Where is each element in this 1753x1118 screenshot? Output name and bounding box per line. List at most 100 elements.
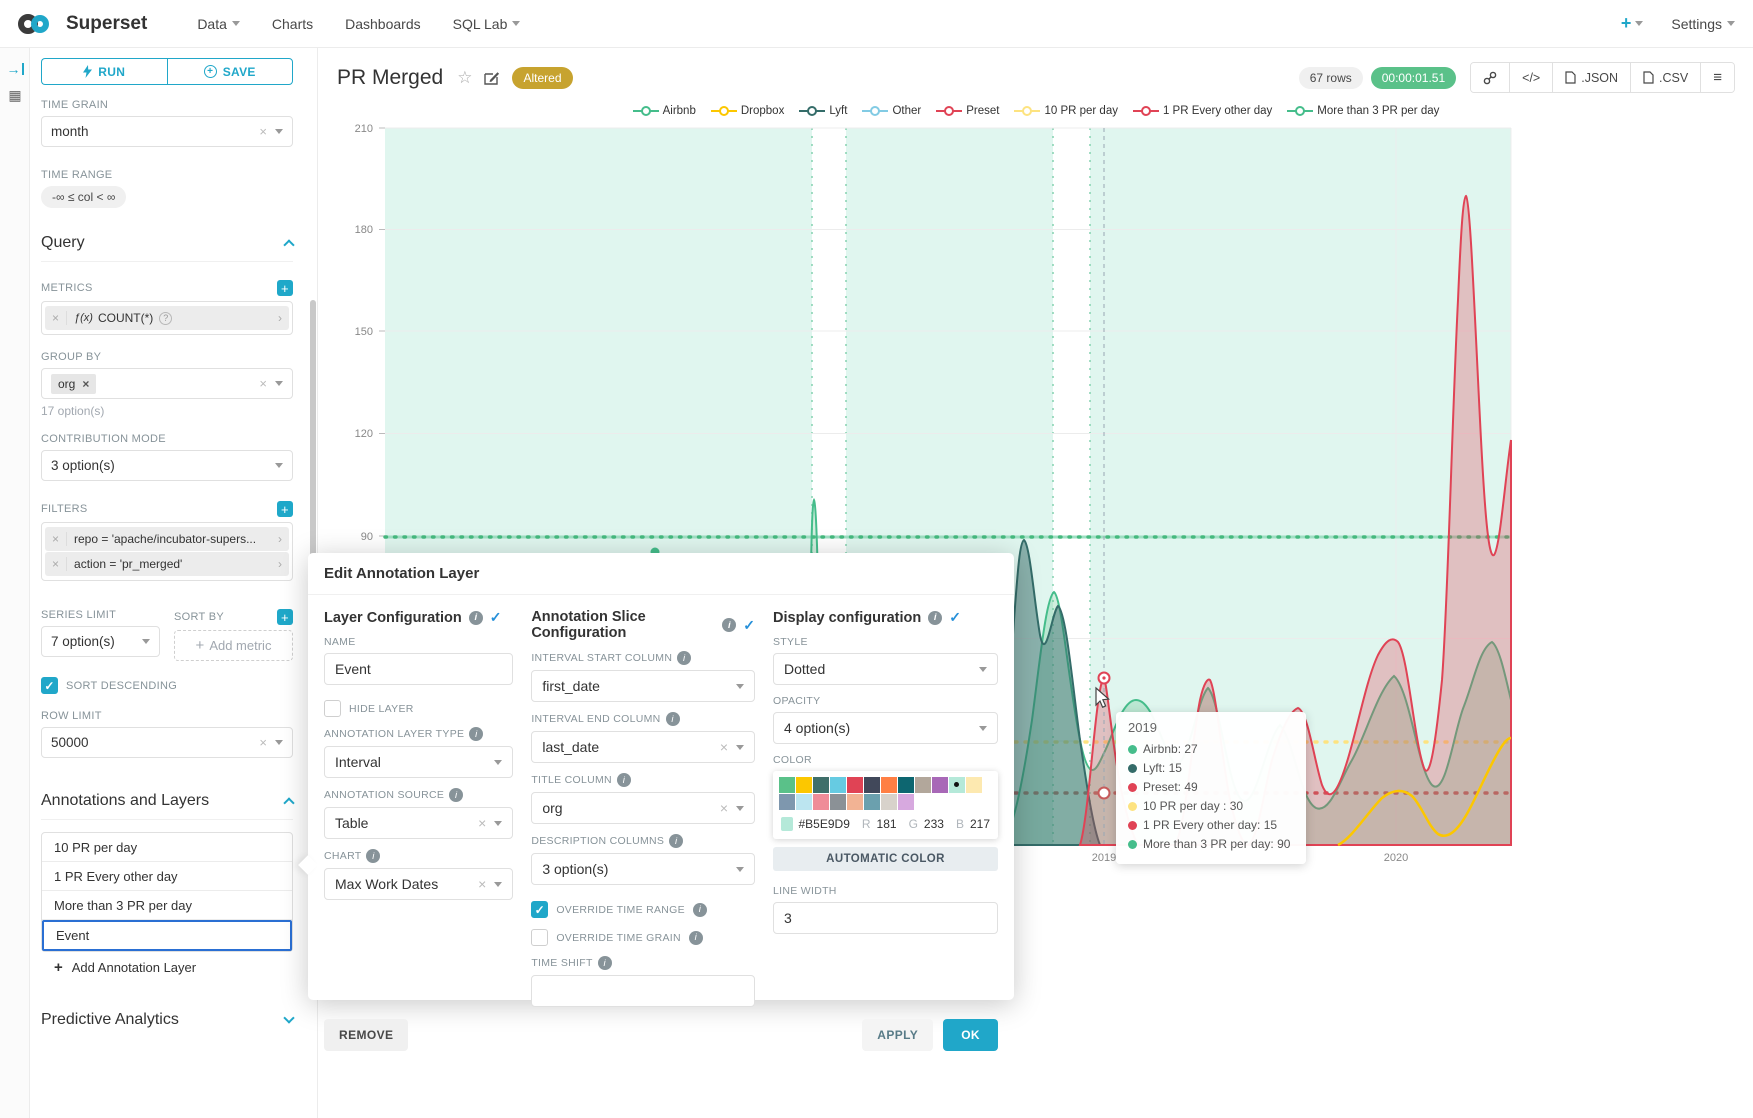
series-limit-select[interactable]: 7 option(s) xyxy=(41,626,160,657)
color-swatch[interactable] xyxy=(830,794,846,810)
rgb-b-value[interactable]: 217 xyxy=(970,817,990,831)
remove-icon[interactable]: × xyxy=(52,557,67,571)
annotation-source-select[interactable]: Table × xyxy=(324,807,513,839)
style-select[interactable]: Dotted xyxy=(773,653,998,685)
settings-menu[interactable]: Settings xyxy=(1671,16,1735,32)
clear-icon[interactable]: × xyxy=(478,876,486,892)
predictive-section-header[interactable]: Predictive Analytics xyxy=(41,1011,293,1038)
group-by-tag[interactable]: org× xyxy=(51,374,96,394)
chart-select[interactable]: Max Work Dates × xyxy=(324,868,513,900)
remove-icon[interactable]: × xyxy=(52,311,67,325)
clear-icon[interactable]: × xyxy=(720,739,728,755)
color-swatch[interactable] xyxy=(813,777,829,793)
contribution-mode-select[interactable]: 3 option(s) xyxy=(41,450,293,481)
add-sort-metric-button[interactable]: + xyxy=(277,609,293,625)
annotation-layer-item[interactable]: 10 PR per day xyxy=(42,833,292,862)
chevron-right-icon[interactable]: › xyxy=(278,532,282,546)
collapse-panel-icon[interactable]: → xyxy=(0,56,30,82)
add-filter-button[interactable]: + xyxy=(277,501,293,517)
time-grain-select[interactable]: month × xyxy=(41,116,293,147)
clear-icon[interactable]: × xyxy=(478,815,486,831)
save-button[interactable]: + SAVE xyxy=(167,58,294,85)
hide-layer-checkbox[interactable] xyxy=(324,700,341,717)
info-icon[interactable]: i xyxy=(366,849,380,863)
info-icon[interactable]: i xyxy=(469,727,483,741)
time-shift-input[interactable] xyxy=(531,975,755,1007)
chevron-right-icon[interactable]: › xyxy=(278,311,282,325)
color-swatch[interactable] xyxy=(796,794,812,810)
info-icon[interactable]: i xyxy=(666,712,680,726)
metric-pill[interactable]: × ƒ(x) COUNT(*) ? › xyxy=(45,306,289,330)
filter-pill[interactable]: × action = 'pr_merged' › xyxy=(45,552,289,576)
clear-icon[interactable]: × xyxy=(259,735,267,750)
legend-item[interactable]: Dropbox xyxy=(711,105,784,117)
color-swatch[interactable] xyxy=(898,794,914,810)
clear-icon[interactable]: × xyxy=(720,800,728,816)
info-icon[interactable]: i xyxy=(449,788,463,802)
automatic-color-button[interactable]: AUTOMATIC COLOR xyxy=(773,847,998,871)
run-button[interactable]: RUN xyxy=(41,58,167,85)
color-swatch[interactable] xyxy=(966,777,982,793)
override-time-range-checkbox[interactable]: ✓ xyxy=(531,901,548,918)
datasource-grid-icon[interactable]: ▦ xyxy=(0,82,30,108)
time-range-pill[interactable]: -∞ ≤ col < ∞ xyxy=(41,186,126,208)
info-icon[interactable]: i xyxy=(677,651,691,665)
remove-icon[interactable]: × xyxy=(52,532,67,546)
remove-button[interactable]: REMOVE xyxy=(324,1019,408,1051)
rgb-g-value[interactable]: 233 xyxy=(924,817,944,831)
legend-item[interactable]: 10 PR per day xyxy=(1014,105,1118,117)
color-swatch[interactable] xyxy=(898,777,914,793)
remove-tag-icon[interactable]: × xyxy=(82,377,89,391)
clear-icon[interactable]: × xyxy=(259,124,267,139)
color-swatch[interactable] xyxy=(915,777,931,793)
color-swatch[interactable] xyxy=(864,777,880,793)
opacity-select[interactable]: 4 option(s) xyxy=(773,712,998,744)
ok-button[interactable]: OK xyxy=(943,1019,998,1051)
add-metric-button[interactable]: + xyxy=(277,280,293,296)
color-swatch[interactable] xyxy=(847,777,863,793)
rgb-r-value[interactable]: 181 xyxy=(877,817,897,831)
color-swatch[interactable] xyxy=(847,794,863,810)
info-icon[interactable]: i xyxy=(469,611,483,625)
legend-item[interactable]: Other xyxy=(862,105,921,117)
nav-item-dashboards[interactable]: Dashboards xyxy=(345,16,421,32)
color-swatch[interactable] xyxy=(881,777,897,793)
add-annotation-layer-button[interactable]: + Add Annotation Layer xyxy=(41,952,293,983)
superset-logo[interactable]: Superset xyxy=(18,13,147,35)
interval-start-select[interactable]: first_date xyxy=(531,670,755,702)
color-swatch[interactable] xyxy=(881,794,897,810)
override-time-grain-checkbox[interactable] xyxy=(531,929,548,946)
legend-item[interactable]: Lyft xyxy=(799,105,847,117)
clear-icon[interactable]: × xyxy=(259,376,267,391)
hex-value[interactable]: #B5E9D9 xyxy=(799,817,850,831)
nav-item-data[interactable]: Data xyxy=(197,16,240,32)
sort-by-add-metric[interactable]: +Add metric xyxy=(174,630,293,661)
query-section-header[interactable]: Query xyxy=(41,234,293,262)
color-swatch[interactable] xyxy=(830,777,846,793)
title-column-select[interactable]: org × xyxy=(531,792,755,824)
nav-item-sqllab[interactable]: SQL Lab xyxy=(453,16,521,32)
info-icon[interactable]: i xyxy=(693,903,707,917)
info-icon[interactable]: i xyxy=(617,773,631,787)
group-by-select[interactable]: org× × xyxy=(41,368,293,399)
color-swatch[interactable] xyxy=(864,794,880,810)
nav-item-charts[interactable]: Charts xyxy=(272,16,313,32)
interval-end-select[interactable]: last_date × xyxy=(531,731,755,763)
new-item-button[interactable]: + xyxy=(1621,13,1644,34)
info-icon[interactable]: i xyxy=(928,611,942,625)
color-swatch[interactable] xyxy=(949,777,965,793)
name-input[interactable] xyxy=(324,653,513,685)
filter-pill[interactable]: × repo = 'apache/incubator-supers... › xyxy=(45,527,289,551)
annotation-layer-item[interactable]: More than 3 PR per day xyxy=(42,891,292,920)
legend-item[interactable]: 1 PR Every other day xyxy=(1133,105,1272,117)
legend-item[interactable]: More than 3 PR per day xyxy=(1287,105,1439,117)
row-limit-select[interactable]: 50000 × xyxy=(41,727,293,758)
annotation-layer-type-select[interactable]: Interval xyxy=(324,746,513,778)
legend-item[interactable]: Airbnb xyxy=(633,105,696,117)
color-swatch[interactable] xyxy=(796,777,812,793)
info-icon[interactable]: i xyxy=(598,956,612,970)
info-icon[interactable]: i xyxy=(689,931,703,945)
legend-item[interactable]: Preset xyxy=(936,105,999,117)
color-swatch[interactable] xyxy=(932,777,948,793)
chevron-right-icon[interactable]: › xyxy=(278,557,282,571)
